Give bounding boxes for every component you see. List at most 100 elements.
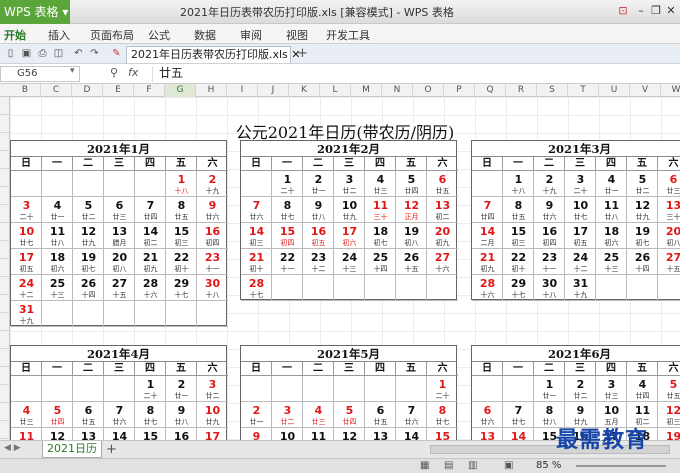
day-cell[interactable]: 18 初六	[596, 223, 627, 249]
day-cell[interactable]: 5 廿四	[42, 402, 73, 428]
menu-insert[interactable]: 插入	[48, 27, 70, 43]
fx-icon[interactable]: fx	[128, 66, 138, 79]
day-cell[interactable]: 19 初八	[396, 223, 427, 249]
day-cell[interactable]: 1 二十	[135, 376, 166, 402]
day-cell[interactable]: 5 廿五	[658, 376, 680, 402]
save-icon[interactable]: ▣	[20, 47, 33, 60]
day-cell[interactable]: 11三十	[303, 428, 334, 440]
column-header-cell[interactable]: J	[258, 84, 289, 97]
day-cell[interactable]	[11, 171, 42, 197]
day-cell[interactable]: 12 廿九	[627, 197, 658, 223]
day-cell[interactable]: 2 廿一	[303, 171, 334, 197]
day-cell[interactable]: 11 廿八	[596, 197, 627, 223]
day-cell[interactable]: 5 廿四	[334, 402, 365, 428]
day-cell[interactable]: 29 十七	[166, 275, 197, 301]
day-cell[interactable]: 21 初九	[135, 249, 166, 275]
day-cell[interactable]: 29 十七	[503, 275, 534, 301]
day-cell[interactable]: 10廿九	[197, 402, 228, 428]
zoom-icon[interactable]: ⚲	[110, 66, 118, 79]
day-cell[interactable]: 4 廿四	[627, 376, 658, 402]
day-cell[interactable]: 24 十二	[11, 275, 42, 301]
day-cell[interactable]: 30 十八	[534, 275, 565, 301]
day-cell[interactable]	[73, 376, 104, 402]
column-header-cell[interactable]: F	[134, 84, 165, 97]
day-cell[interactable]	[472, 171, 503, 197]
column-header-cell[interactable]: R	[506, 84, 537, 97]
day-cell[interactable]: 11 廿八	[42, 223, 73, 249]
column-header-cell[interactable]: M	[351, 84, 382, 97]
day-cell[interactable]: 26 十四	[627, 249, 658, 275]
day-cell[interactable]: 17 初五	[565, 223, 596, 249]
day-cell[interactable]: 22 初十	[503, 249, 534, 275]
day-cell[interactable]: 14 二月	[472, 223, 503, 249]
day-cell[interactable]: 3 廿二	[197, 376, 228, 402]
menu-home[interactable]: 开始	[4, 27, 26, 43]
row-header-cell[interactable]	[0, 115, 9, 133]
day-cell[interactable]: 7 廿四	[472, 197, 503, 223]
day-cell[interactable]	[427, 275, 458, 301]
column-header-cell[interactable]: I	[227, 84, 258, 97]
day-cell[interactable]: 18 初七	[365, 223, 396, 249]
day-cell[interactable]: 4 廿一	[42, 197, 73, 223]
day-cell[interactable]: 9廿八	[303, 197, 334, 223]
column-header-cell[interactable]: O	[413, 84, 444, 97]
undo-icon[interactable]: ↶	[72, 47, 85, 60]
day-cell[interactable]	[272, 275, 303, 301]
day-cell[interactable]: 13初二	[365, 428, 396, 440]
day-cell[interactable]: 8 廿七	[135, 402, 166, 428]
day-cell[interactable]: 10廿九	[272, 428, 303, 440]
day-cell[interactable]	[503, 376, 534, 402]
day-cell[interactable]: 17初六	[334, 223, 365, 249]
preview-icon[interactable]: ◫	[52, 47, 65, 60]
day-cell[interactable]: 1 十八	[503, 171, 534, 197]
sheet-tab[interactable]: 2021日历	[42, 441, 102, 458]
day-cell[interactable]: 14初三	[241, 223, 272, 249]
day-cell[interactable]: 24 十二	[565, 249, 596, 275]
day-cell[interactable]: 2 廿一	[241, 402, 272, 428]
day-cell[interactable]	[73, 301, 104, 327]
day-cell[interactable]: 8 廿五	[166, 197, 197, 223]
day-cell[interactable]: 13初二	[73, 428, 104, 440]
normal-view-icon[interactable]: ▦	[420, 460, 429, 471]
day-cell[interactable]: 16 初四	[534, 223, 565, 249]
day-cell[interactable]: 21 初九	[472, 249, 503, 275]
day-cell[interactable]	[73, 171, 104, 197]
day-cell[interactable]: 14初三	[104, 428, 135, 440]
day-cell[interactable]	[42, 376, 73, 402]
day-cell[interactable]	[272, 376, 303, 402]
row-header-cell[interactable]	[0, 169, 9, 187]
day-cell[interactable]: 15初四	[427, 428, 458, 440]
column-header-cell[interactable]: W	[661, 84, 680, 97]
day-cell[interactable]: 2 廿一	[166, 376, 197, 402]
day-cell[interactable]: 1 十八	[166, 171, 197, 197]
day-cell[interactable]	[135, 171, 166, 197]
day-cell[interactable]: 7 廿六	[104, 402, 135, 428]
menu-data[interactable]: 数据	[194, 27, 216, 43]
column-header-cell[interactable]: E	[103, 84, 134, 97]
day-cell[interactable]: 18 初六	[42, 249, 73, 275]
day-cell[interactable]	[42, 171, 73, 197]
day-cell[interactable]: 1 二十	[427, 376, 458, 402]
row-header-cell[interactable]	[0, 277, 9, 295]
day-cell[interactable]: 30 十八	[197, 275, 228, 301]
day-cell[interactable]: 12四月	[334, 428, 365, 440]
format-painter-icon[interactable]: ✎	[110, 47, 123, 60]
day-cell[interactable]: 7 廿七	[503, 402, 534, 428]
day-cell[interactable]: 2 十九	[534, 171, 565, 197]
day-cell[interactable]: 13 三十	[658, 197, 680, 223]
day-cell[interactable]: 5 廿四	[396, 171, 427, 197]
day-cell[interactable]: 12三月	[42, 428, 73, 440]
day-cell[interactable]: 6 廿六	[472, 402, 503, 428]
day-cell[interactable]: 31 十九	[565, 275, 596, 301]
row-header-cell[interactable]	[0, 187, 9, 205]
day-cell[interactable]: 8 廿七	[427, 402, 458, 428]
day-cell[interactable]	[197, 301, 228, 327]
day-cell[interactable]: 9廿八	[241, 428, 272, 440]
menu-formula[interactable]: 公式	[148, 27, 170, 43]
day-cell[interactable]	[241, 376, 272, 402]
row-header-cell[interactable]	[0, 403, 9, 421]
day-cell[interactable]	[104, 171, 135, 197]
column-header-cell[interactable]: T	[568, 84, 599, 97]
day-cell[interactable]: 3 廿三	[596, 376, 627, 402]
day-cell[interactable]	[334, 376, 365, 402]
